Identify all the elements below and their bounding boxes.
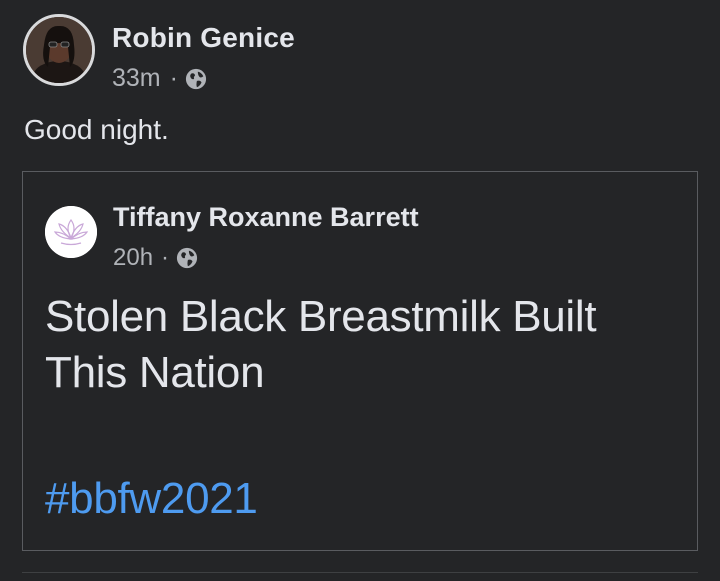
- hashtag-link[interactable]: #bbfw2021: [45, 474, 258, 524]
- shared-post-timestamp[interactable]: 20h: [113, 244, 153, 272]
- shared-author-avatar[interactable]: [45, 206, 97, 258]
- lotus-logo-icon: [45, 206, 97, 258]
- post-timestamp[interactable]: 33m: [112, 64, 161, 93]
- globe-icon[interactable]: [185, 68, 207, 90]
- post-card: Robin Genice 33m · Good night. Tiffany R…: [0, 0, 720, 581]
- meta-separator: ·: [161, 244, 170, 271]
- author-avatar[interactable]: [23, 14, 95, 86]
- globe-icon[interactable]: [176, 247, 198, 269]
- post-text: Good night.: [24, 114, 169, 145]
- divider: [22, 572, 698, 573]
- meta-separator: ·: [169, 64, 178, 92]
- shared-author-name[interactable]: Tiffany Roxanne Barrett: [113, 202, 419, 233]
- shared-post-card[interactable]: Tiffany Roxanne Barrett 20h · Stolen Bla…: [22, 171, 698, 551]
- shared-post-text: Stolen Black Breastmilk Built This Natio…: [45, 292, 597, 397]
- avatar-photo: [26, 17, 92, 83]
- shared-post-meta: 20h ·: [113, 244, 198, 272]
- post-meta: 33m ·: [112, 64, 207, 93]
- author-name[interactable]: Robin Genice: [112, 22, 295, 54]
